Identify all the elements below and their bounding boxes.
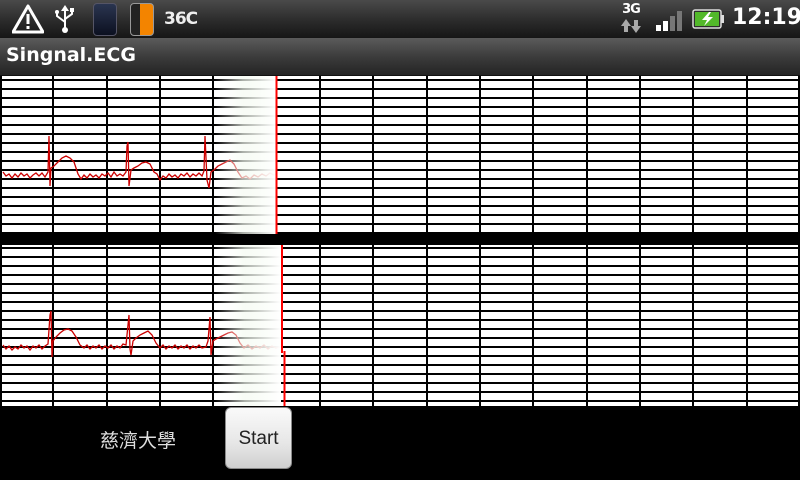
title-bar: Singnal.ECG <box>0 38 800 76</box>
ecg-grid <box>0 76 800 234</box>
network-3g-icon: 3G <box>619 2 643 36</box>
battery-charging-icon <box>692 9 724 29</box>
ecg-grid <box>0 245 800 406</box>
app-icon-dark <box>93 3 117 36</box>
app-icon-orange <box>130 3 154 36</box>
clock: 12:19 <box>732 5 800 30</box>
app-title: Singnal.ECG <box>6 44 136 66</box>
sweep-fade <box>215 76 277 234</box>
signal-strength-icon <box>656 11 682 31</box>
sweep-fade <box>215 245 281 406</box>
ecg-channel-1 <box>0 76 800 234</box>
ecg-channel-2 <box>0 245 800 406</box>
usb-icon <box>55 5 74 33</box>
start-button[interactable]: Start <box>225 407 292 469</box>
university-label: 慈濟大學 <box>100 430 177 452</box>
bottom-bar: 慈濟大學 Start <box>0 406 800 480</box>
temperature-indicator: 36C <box>164 9 198 29</box>
warning-icon <box>12 4 44 34</box>
network-type-label: 3G <box>622 2 641 17</box>
status-bar: 36C 3G 12:19 <box>0 0 800 38</box>
